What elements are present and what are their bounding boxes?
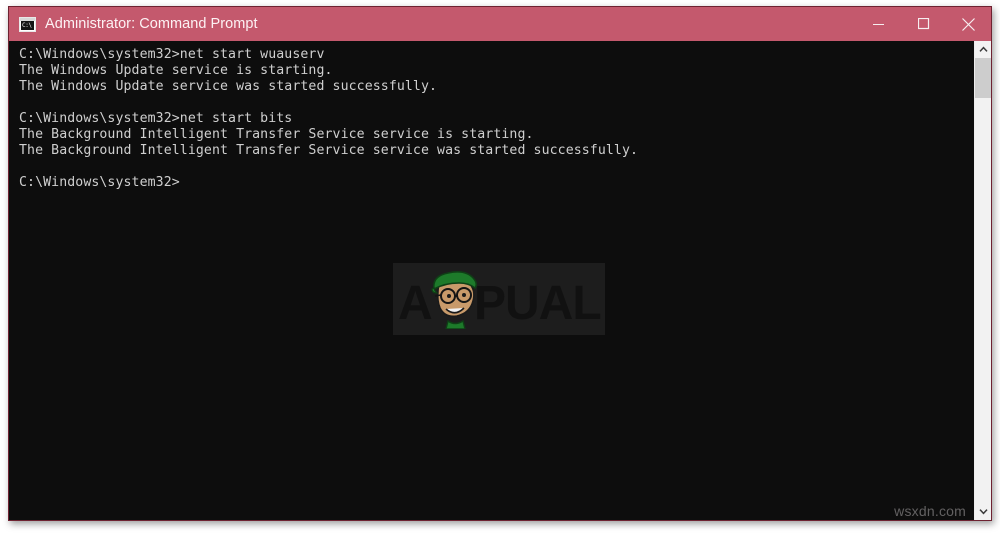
window-titlebar[interactable]: C:\ Administrator: Command Prompt [9,7,991,41]
scroll-up-arrow[interactable] [975,41,991,58]
logo-letter-a: A [398,277,433,329]
console-line: The Background Intelligent Transfer Serv… [19,143,639,158]
close-button[interactable] [946,7,991,41]
window-title: Administrator: Command Prompt [45,16,258,32]
icon-screen-text: C:\ [21,20,34,30]
console-line: The Windows Update service was started s… [19,79,438,94]
appuals-watermark: A PUAL [393,263,605,335]
window-body: C:\Windows\system32>net start wuauserv Th… [9,41,991,520]
minimize-button[interactable] [856,7,901,41]
console-text: C:\Windows\system32>net start wuauserv Th… [19,47,974,191]
scroll-down-arrow[interactable] [975,503,991,520]
close-icon [962,17,975,31]
console-line: C:\Windows\system32> [19,175,180,190]
scrollbar-track[interactable] [975,58,991,503]
chevron-down-icon [978,509,988,515]
maximize-icon [917,18,929,30]
console-line: The Background Intelligent Transfer Serv… [19,127,534,142]
logo-letters-puals: PUALS [474,277,602,329]
console-line: C:\Windows\system32>net start bits [19,111,293,126]
appuals-logo: A PUAL [398,271,602,329]
console-line: C:\Windows\system32>net start wuauserv [19,47,325,62]
appuals-mascot-icon [431,271,478,329]
console-output-area[interactable]: C:\Windows\system32>net start wuauserv Th… [9,41,974,520]
source-watermark: wsxdn.com [894,503,966,519]
minimize-icon [872,24,884,25]
console-line: The Windows Update service is starting. [19,63,333,78]
chevron-up-icon [978,46,988,52]
maximize-button[interactable] [901,7,946,41]
command-prompt-window: C:\ Administrator: Command Prompt C:\Win… [8,6,992,521]
vertical-scrollbar[interactable] [974,41,991,520]
scroll-thumb[interactable] [975,58,991,98]
command-prompt-icon: C:\ [19,16,36,32]
desktop-background: C:\ Administrator: Command Prompt C:\Win… [0,0,1000,533]
window-controls [856,7,991,41]
